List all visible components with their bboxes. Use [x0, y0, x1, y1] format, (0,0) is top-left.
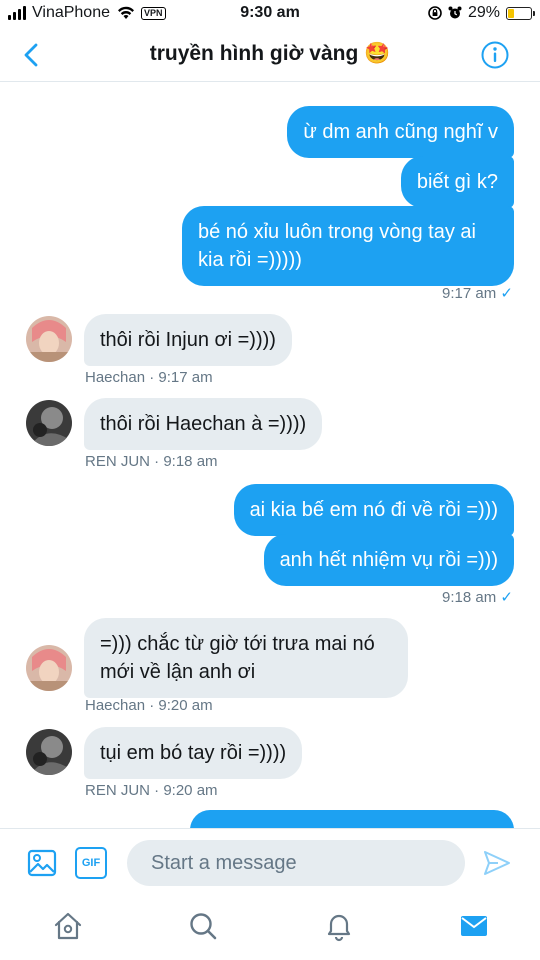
timestamp-text: 9:17 am [442, 285, 497, 302]
message-sender-meta: REN JUN · 9:20 am [85, 782, 218, 799]
battery-level [508, 8, 515, 18]
status-right: 29% [428, 4, 535, 22]
battery-icon [506, 6, 535, 20]
message-composer: GIF [0, 828, 540, 898]
message-sender-meta: Haechan · 9:20 am [85, 697, 213, 714]
orientation-lock-icon [428, 6, 442, 20]
message-sender-meta: REN JUN · 9:18 am [85, 453, 218, 470]
checkmark-icon: ✓ [500, 589, 513, 606]
message-bubble-outgoing[interactable]: biết gì k? [400, 156, 514, 208]
message-bubble-outgoing[interactable]: bé nó xỉu luôn trong vòng tay ai kia rồi… [182, 206, 514, 286]
search-icon[interactable] [187, 910, 219, 942]
message-bubble-outgoing[interactable]: ừ dm anh cũng nghĩ v [287, 106, 514, 158]
avatar-renjun[interactable] [26, 729, 72, 775]
mail-icon[interactable] [458, 910, 490, 942]
image-icon[interactable] [26, 847, 58, 879]
message-bubble-incoming[interactable]: =))) chắc từ giờ tới trưa mai nó mới về … [84, 618, 408, 698]
message-sender-meta: Haechan · 9:17 am [85, 369, 213, 386]
send-icon[interactable] [482, 848, 512, 878]
avatar-renjun[interactable] [26, 400, 72, 446]
bell-icon[interactable] [323, 910, 355, 942]
message-bubble-outgoing[interactable] [190, 810, 514, 828]
message-bubble-incoming[interactable]: thôi rồi Haechan à =)))) [84, 398, 323, 450]
avatar-haechan[interactable] [26, 645, 72, 691]
gif-button[interactable]: GIF [75, 847, 107, 879]
home-icon[interactable] [52, 910, 84, 942]
timestamp-text: 9:18 am [442, 589, 497, 606]
message-timestamp: 9:18 am ✓ [442, 588, 513, 606]
checkmark-icon: ✓ [500, 285, 513, 302]
message-bubble-incoming[interactable]: thôi rồi Injun ơi =)))) [84, 314, 292, 366]
avatar-haechan[interactable] [26, 316, 72, 362]
message-bubble-incoming[interactable]: tụi em bó tay rồi =)))) [84, 727, 303, 779]
battery-percent: 29% [467, 4, 500, 21]
gif-label: GIF [81, 857, 101, 869]
info-icon[interactable] [480, 40, 510, 70]
alarm-icon [448, 6, 462, 19]
message-bubble-outgoing[interactable]: anh hết nhiệm vụ rồi =))) [263, 534, 514, 586]
message-list[interactable]: ừ dm anh cũng nghĩ v biết gì k? bé nó xỉ… [0, 82, 540, 828]
conversation-header: truyền hình giờ vàng 🤩 [0, 30, 540, 82]
message-input[interactable] [127, 840, 465, 886]
tab-bar [0, 898, 540, 960]
conversation-title: truyền hình giờ vàng 🤩 [149, 42, 391, 65]
message-timestamp: 9:17 am ✓ [442, 284, 513, 302]
message-bubble-outgoing[interactable]: ai kia bế em nó đi về rồi =))) [233, 484, 514, 536]
status-bar: VinaPhone VPN 9:30 am 29% [0, 0, 540, 30]
